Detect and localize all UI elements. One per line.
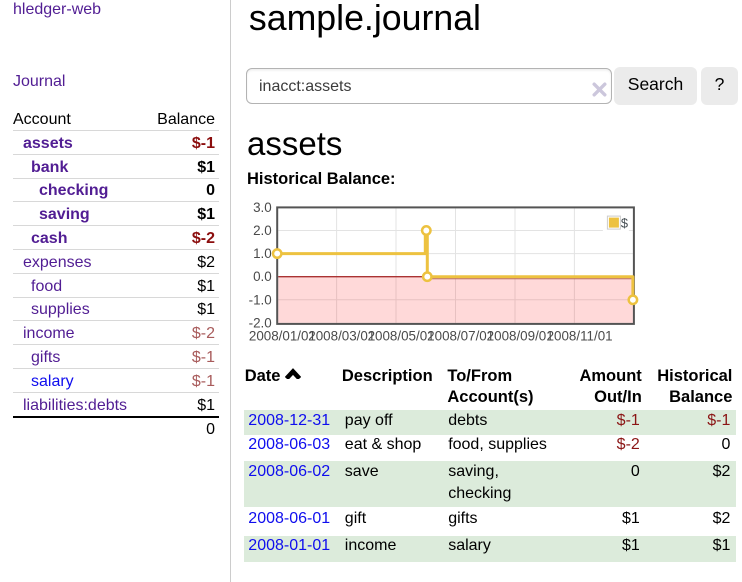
- svg-text:2008/03/01: 2008/03/01: [308, 329, 375, 344]
- svg-text:0.0: 0.0: [253, 269, 272, 284]
- svg-text:2.0: 2.0: [253, 223, 272, 238]
- svg-text:1.0: 1.0: [253, 246, 272, 261]
- svg-text:3.0: 3.0: [253, 200, 272, 215]
- svg-text:2008/09/01: 2008/09/01: [487, 329, 554, 344]
- svg-text:$: $: [621, 215, 628, 230]
- svg-text:2008/11/01: 2008/11/01: [547, 329, 613, 344]
- svg-text:2008/01/01: 2008/01/01: [249, 329, 316, 344]
- svg-text:2008/07/01: 2008/07/01: [427, 329, 494, 344]
- svg-text:-1.0: -1.0: [249, 292, 272, 307]
- svg-text:2008/05/01: 2008/05/01: [368, 329, 435, 344]
